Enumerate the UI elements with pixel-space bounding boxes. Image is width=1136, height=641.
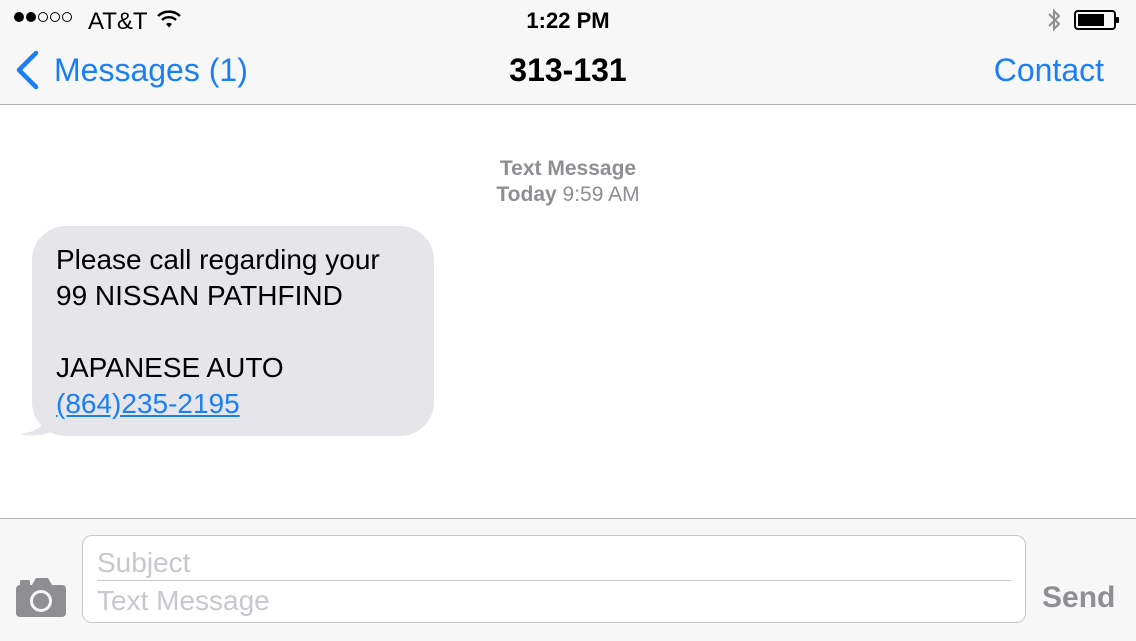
message-bubble[interactable]: Please call regarding your 99 NISSAN PAT…	[32, 226, 434, 436]
timestamp-label: Text Message	[499, 157, 637, 180]
subject-input[interactable]	[97, 546, 997, 580]
compose-divider	[97, 580, 1011, 581]
battery-icon	[1074, 10, 1119, 30]
message-line: 99 NISSAN PATHFIND	[56, 280, 343, 311]
status-time: 1:22 PM	[526, 8, 610, 33]
chevron-left-icon	[16, 50, 39, 90]
phone-number-link[interactable]: (864)235-2195	[56, 388, 240, 419]
compose-field	[82, 535, 1026, 623]
compose-bar: Send	[0, 518, 1136, 641]
bluetooth-icon	[1048, 8, 1061, 32]
timestamp-day: Today	[496, 183, 557, 206]
back-button-label: Messages (1)	[54, 51, 248, 88]
header: AT&T 1:22 PM Messages (1) 313-131 Contac…	[0, 0, 1136, 105]
send-button[interactable]: Send	[1042, 581, 1115, 615]
message-input[interactable]	[97, 584, 997, 618]
back-button[interactable]: Messages (1)	[14, 48, 248, 92]
status-bar: AT&T 1:22 PM	[0, 0, 1136, 40]
contact-button[interactable]: Contact	[994, 52, 1104, 89]
message-line: JAPANESE AUTO	[56, 352, 284, 383]
timestamp-time: 9:59 AM	[562, 183, 640, 206]
message-timestamp: Text Message Today 9:59 AM	[0, 156, 1136, 208]
timestamp-date: Today 9:59 AM	[0, 182, 1136, 208]
camera-icon[interactable]	[16, 577, 66, 617]
navigation-bar: Messages (1) 313-131 Contact	[0, 40, 1136, 104]
received-message: Please call regarding your 99 NISSAN PAT…	[20, 226, 434, 436]
message-line: Please call regarding your	[56, 244, 380, 275]
